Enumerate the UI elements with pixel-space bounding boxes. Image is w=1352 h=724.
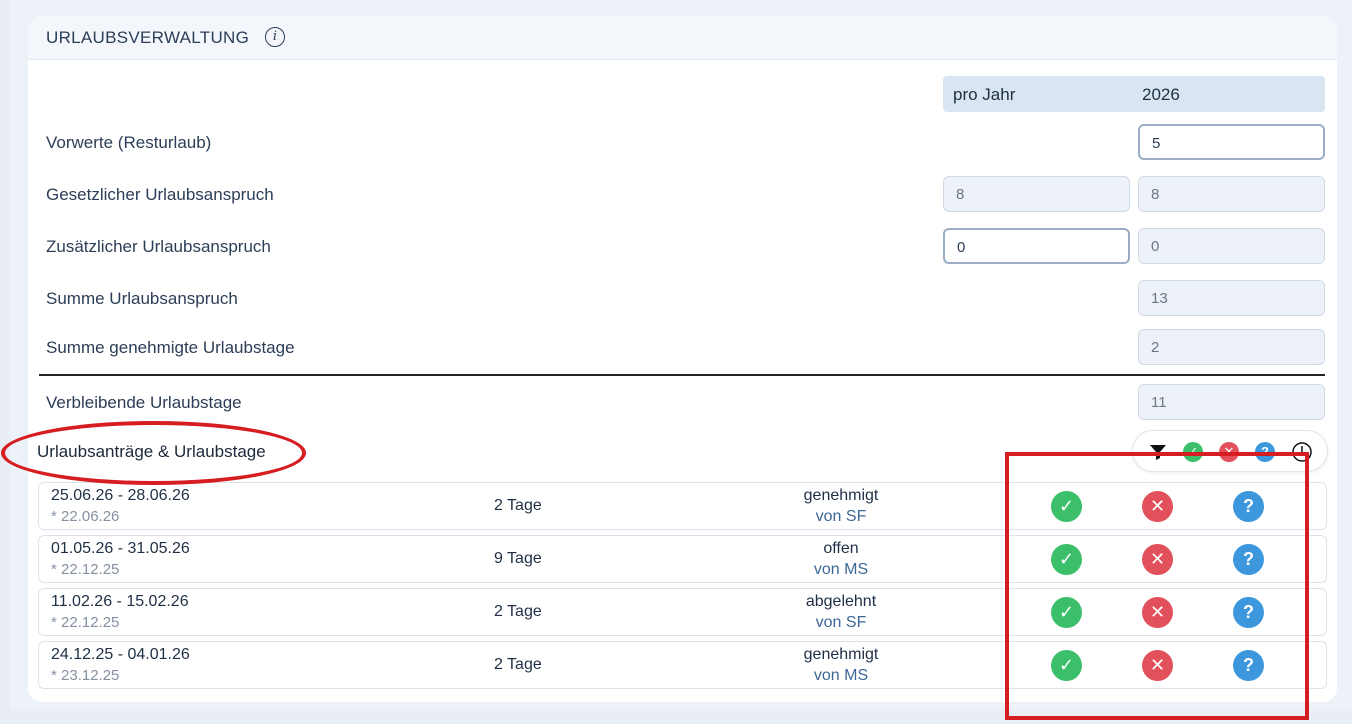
request-status: offen <box>823 540 859 557</box>
label-remaining-days: Verbleibende Urlaubstage <box>46 393 242 412</box>
label-statutory-entitlement: Gesetzlicher Urlaubsanspruch <box>46 185 274 204</box>
label-additional-entitlement: Zusätzlicher Urlaubsanspruch <box>46 237 271 256</box>
request-dates: 25.06.26 - 28.06.26 <box>51 487 190 504</box>
request-created: * 23.12.25 <box>51 667 120 684</box>
label-approved-days: Summe genehmigte Urlaubstage <box>46 338 295 357</box>
annotation-box <box>1005 452 1309 720</box>
request-approver: von SF <box>815 614 867 631</box>
card-title: URLAUBSVERWALTUNG <box>46 28 250 47</box>
annotation-ellipse <box>1 421 306 485</box>
card-header: URLAUBSVERWALTUNG i <box>28 16 1337 60</box>
additional-per-year-input[interactable]: 0 <box>943 228 1130 264</box>
statutory-per-year-field: 8 <box>943 176 1130 212</box>
label-total-entitlement: Summe Urlaubsanspruch <box>46 289 238 308</box>
request-status: genehmigt <box>803 487 879 504</box>
request-dates: 11.02.26 - 15.02.26 <box>51 593 189 610</box>
request-days: 2 Tage <box>494 656 542 673</box>
request-approver: von MS <box>813 667 869 684</box>
sum-divider <box>39 374 1325 376</box>
year-header: 2026 <box>1142 85 1180 104</box>
carryover-input[interactable]: 5 <box>1138 124 1325 160</box>
request-days: 2 Tage <box>494 497 542 514</box>
request-approver: von MS <box>813 561 869 578</box>
column-header-bar: pro Jahr 2026 <box>943 76 1325 112</box>
request-approver: von SF <box>815 508 867 525</box>
label-carryover: Vorwerte (Resturlaub) <box>46 133 212 152</box>
additional-year-field: 0 <box>1138 228 1325 264</box>
request-days: 2 Tage <box>494 603 542 620</box>
request-created: * 22.12.25 <box>51 614 120 631</box>
remaining-days-field: 11 <box>1138 384 1325 420</box>
request-days: 9 Tage <box>494 550 542 567</box>
request-status: abgelehnt <box>805 593 877 610</box>
request-created: * 22.06.26 <box>51 508 120 525</box>
statutory-year-field: 8 <box>1138 176 1325 212</box>
request-dates: 24.12.25 - 04.01.26 <box>51 646 190 663</box>
request-dates: 01.05.26 - 31.05.26 <box>51 540 190 557</box>
request-status: genehmigt <box>803 646 879 663</box>
per-year-header: pro Jahr <box>953 85 1016 104</box>
total-entitlement-field: 13 <box>1138 280 1325 316</box>
request-created: * 22.12.25 <box>51 561 120 578</box>
info-icon[interactable]: i <box>265 27 285 47</box>
approved-days-field: 2 <box>1138 329 1325 365</box>
